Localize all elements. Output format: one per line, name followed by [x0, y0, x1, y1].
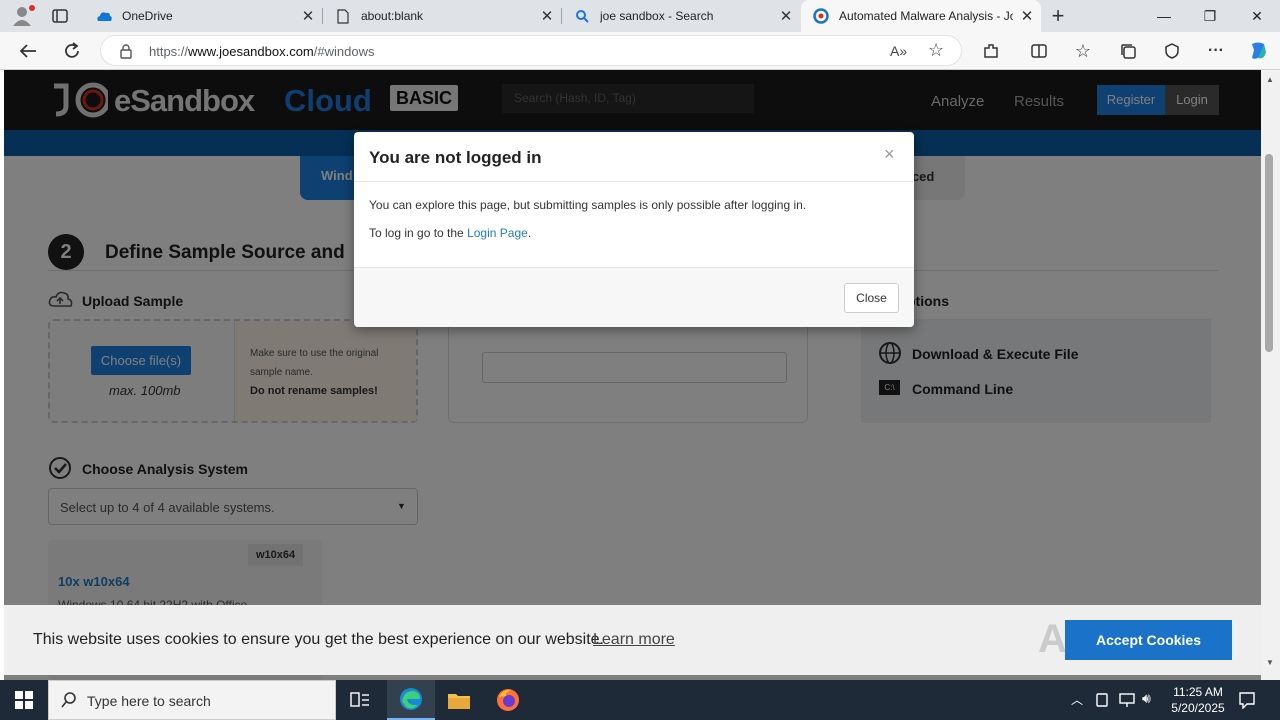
- address-toolbar: https://www.joesandbox.com/#windows A» ☆…: [0, 32, 1280, 70]
- modal-login-line: To log in go to the Login Page.: [369, 226, 531, 240]
- login-required-modal: You are not logged in × You can explore …: [354, 132, 914, 327]
- close-tab-icon[interactable]: ✕: [294, 7, 322, 25]
- scroll-down-icon[interactable]: ▼: [1266, 658, 1274, 667]
- scroll-up-icon[interactable]: ▲: [1266, 75, 1274, 84]
- url-prefix: https://: [149, 44, 189, 59]
- cookie-banner: This website uses cookies to ensure you …: [4, 605, 1261, 675]
- url-domain: www.joesandbox.com: [188, 44, 314, 59]
- tab-onedrive[interactable]: OneDrive ✕: [84, 0, 322, 32]
- modal-login-prefix: To log in go to the: [369, 226, 468, 240]
- copilot-icon[interactable]: [1243, 36, 1273, 66]
- volume-icon[interactable]: 🔊︎: [1142, 690, 1151, 707]
- cookie-message: This website uses cookies to ensure you …: [33, 631, 604, 648]
- read-aloud-icon[interactable]: A»: [890, 43, 907, 59]
- tab-about-blank[interactable]: about:blank ✕: [323, 0, 561, 32]
- modal-title: You are not logged in: [369, 148, 542, 167]
- login-page-link[interactable]: Login Page: [467, 226, 528, 240]
- file-explorer-icon[interactable]: [435, 680, 483, 720]
- task-view-icon[interactable]: [336, 680, 384, 720]
- taskbar-clock[interactable]: 11:25 AM 5/20/2025: [1162, 684, 1234, 716]
- clock-date: 5/20/2025: [1171, 701, 1225, 715]
- search-icon: [574, 8, 590, 24]
- windows-taskbar: Type here to search ︿ 🔊︎ 11:25 AM 5/20/2…: [0, 680, 1280, 720]
- web-page: eSandbox Cloud BASIC Search (Hash, ID, T…: [4, 70, 1261, 680]
- favorite-star-icon[interactable]: ☆: [928, 40, 944, 61]
- minimize-icon[interactable]: —: [1141, 0, 1187, 32]
- tab-joe-sandbox-search[interactable]: joe sandbox - Search ✕: [562, 0, 800, 32]
- firefox-icon[interactable]: [484, 680, 532, 720]
- tab-title: Automated Malware Analysis - Jo: [839, 9, 1013, 23]
- windows-start-icon[interactable]: [0, 680, 48, 720]
- modal-login-suffix: .: [527, 226, 532, 240]
- collections-icon[interactable]: [1113, 36, 1143, 66]
- learn-more-link[interactable]: Learn more: [593, 631, 675, 649]
- url-text[interactable]: https://www.joesandbox.com/#windows: [149, 44, 374, 59]
- restore-icon[interactable]: ❐: [1187, 0, 1233, 32]
- modal-message: You can explore this page, but submittin…: [369, 198, 807, 212]
- back-icon[interactable]: [13, 36, 43, 66]
- search-icon: [61, 692, 77, 713]
- tray-overflow-icon[interactable]: ︿: [1071, 691, 1083, 708]
- tab-title: about:blank: [361, 9, 424, 23]
- split-screen-icon[interactable]: [1024, 36, 1054, 66]
- more-menu-icon[interactable]: ···: [1201, 36, 1231, 66]
- url-path: /#windows: [313, 44, 375, 59]
- page-icon: [335, 8, 351, 24]
- profile-icon[interactable]: [8, 4, 36, 28]
- lock-icon[interactable]: [119, 43, 133, 64]
- scrollbar-thumb[interactable]: [1265, 154, 1273, 352]
- favorites-icon[interactable]: ☆: [1068, 36, 1098, 66]
- close-tab-icon[interactable]: ✕: [772, 7, 800, 25]
- modal-close-icon[interactable]: ×: [884, 144, 895, 165]
- tab-title: joe sandbox - Search: [600, 9, 714, 23]
- window-close-icon[interactable]: ✕: [1234, 0, 1280, 32]
- accept-cookies-button[interactable]: Accept Cookies: [1065, 620, 1232, 660]
- network-icon[interactable]: [1118, 692, 1136, 713]
- tab-actions-icon[interactable]: [50, 7, 70, 25]
- tab-title: OneDrive: [122, 9, 173, 23]
- joesandbox-icon: [813, 8, 829, 24]
- onedrive-icon: [96, 8, 112, 24]
- taskbar-search-placeholder: Type here to search: [87, 693, 211, 709]
- extensions-icon[interactable]: [976, 36, 1006, 66]
- tab-automated-malware-analysis[interactable]: Automated Malware Analysis - Jo ✕: [801, 0, 1041, 32]
- modal-divider: [354, 181, 914, 182]
- clock-time: 11:25 AM: [1173, 685, 1223, 699]
- edge-taskbar-icon[interactable]: [387, 680, 435, 720]
- browser-essentials-icon[interactable]: [1157, 36, 1187, 66]
- address-bar[interactable]: https://www.joesandbox.com/#windows A» ☆: [100, 35, 962, 66]
- close-tab-icon[interactable]: ✕: [1013, 7, 1041, 25]
- modal-footer: Close: [354, 267, 914, 327]
- vertical-scrollbar[interactable]: ▲ ▼: [1261, 70, 1280, 680]
- close-tab-icon[interactable]: ✕: [533, 7, 561, 25]
- security-tray-icon[interactable]: [1095, 692, 1109, 713]
- notifications-icon[interactable]: [1238, 691, 1256, 714]
- browser-tab-bar: OneDrive ✕ about:blank ✕ joe sandbox - S…: [0, 0, 1280, 32]
- close-button[interactable]: Close: [844, 283, 899, 313]
- new-tab-icon[interactable]: +: [1046, 3, 1070, 28]
- taskbar-search-box[interactable]: Type here to search: [48, 680, 336, 720]
- refresh-icon[interactable]: [57, 36, 87, 66]
